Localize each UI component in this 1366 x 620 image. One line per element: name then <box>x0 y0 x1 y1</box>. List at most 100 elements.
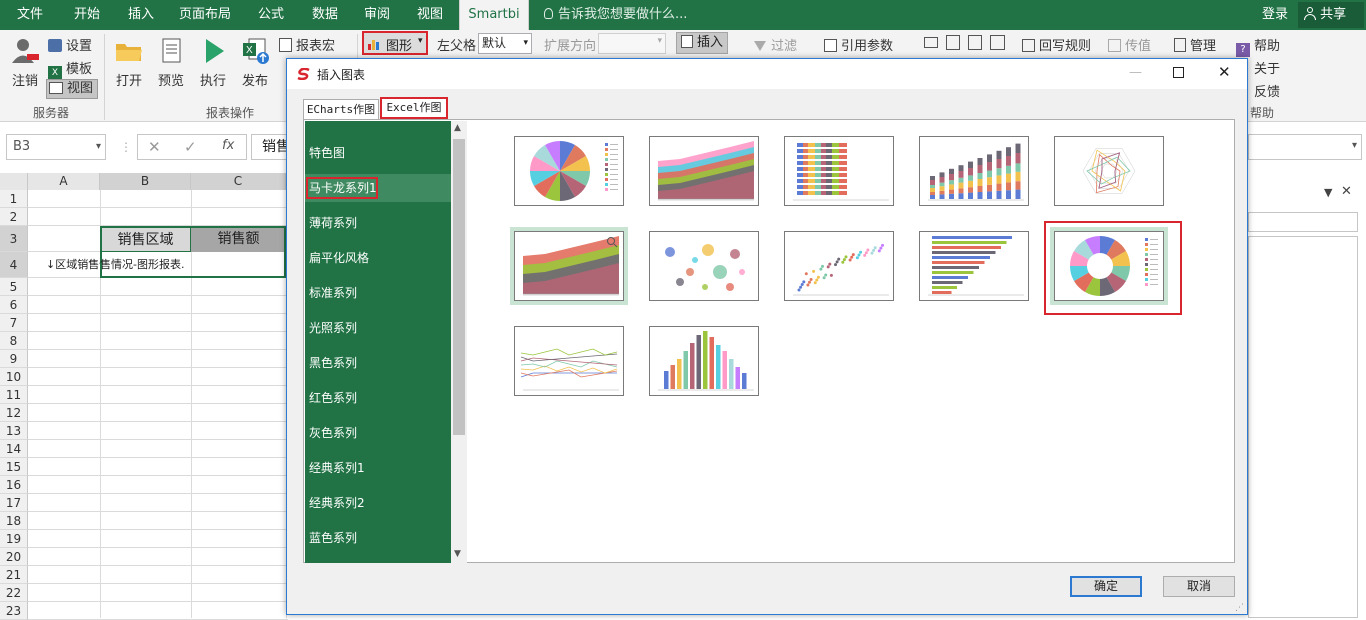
category-item[interactable]: 马卡龙系列1 <box>305 174 451 202</box>
chart-thumbnail-radar[interactable] <box>1054 136 1164 206</box>
row-header[interactable]: 13 <box>0 422 28 440</box>
expand-direction-select[interactable]: ▾ <box>598 33 666 54</box>
maximize-icon[interactable] <box>1173 67 1184 78</box>
row-header[interactable]: 5 <box>0 278 28 296</box>
form-icon[interactable] <box>946 35 960 50</box>
category-item[interactable]: 扁平化风格 <box>305 244 451 272</box>
manage-button[interactable]: 管理 <box>1174 35 1216 54</box>
formula-input-right[interactable]: ▾ <box>1248 134 1362 160</box>
row-header[interactable]: 19 <box>0 530 28 548</box>
chart-thumbnail-line[interactable] <box>514 326 624 396</box>
minimize-icon[interactable]: — <box>1129 65 1142 80</box>
category-item[interactable]: 经典系列2 <box>305 489 451 517</box>
category-item[interactable]: 特色图 <box>305 139 451 167</box>
layout-icon[interactable] <box>924 37 938 48</box>
tab-review[interactable]: 审阅 <box>356 0 398 30</box>
help-button[interactable]: ? 帮助 <box>1236 35 1280 57</box>
row-header[interactable]: 3 <box>0 226 28 252</box>
category-item[interactable]: 灰色系列 <box>305 419 451 447</box>
chart-thumbnail-stacked-column[interactable] <box>919 136 1029 206</box>
check-icon[interactable]: ✓ <box>184 138 197 156</box>
ref-param-button[interactable]: 引用参数 <box>824 35 893 54</box>
page-icon[interactable] <box>968 35 982 50</box>
feedback-button[interactable]: 反馈 <box>1254 81 1280 100</box>
about-button[interactable]: 关于 <box>1254 58 1280 77</box>
tab-echarts[interactable]: ECharts作图 <box>303 99 379 119</box>
select-all-corner[interactable] <box>0 173 28 190</box>
tab-smartbi[interactable]: Smartbi <box>459 0 529 30</box>
filter-button[interactable]: 过滤 <box>754 35 797 54</box>
row-header[interactable]: 6 <box>0 296 28 314</box>
row-header[interactable]: 20 <box>0 548 28 566</box>
ok-button[interactable]: 确定 <box>1070 576 1142 597</box>
row-header[interactable]: 17 <box>0 494 28 512</box>
writeback-rules-button[interactable]: 回写规则 <box>1022 35 1091 54</box>
name-box[interactable]: B3 ▾ <box>6 134 106 160</box>
cell-a4[interactable]: ↓区域销售情况-图形报表 <box>46 258 100 272</box>
row-header[interactable]: 21 <box>0 566 28 584</box>
chart-button[interactable]: 图形 ▾ <box>362 31 428 55</box>
tab-data[interactable]: 数据 <box>302 0 348 30</box>
category-item[interactable]: 薄荷系列 <box>305 209 451 237</box>
tab-excel[interactable]: Excel作图 <box>380 97 448 119</box>
report-macro-button[interactable]: 报表宏 <box>279 35 335 54</box>
category-item[interactable]: 蓝色系列 <box>305 524 451 552</box>
cell-b4[interactable]: 售情况-图形报表. <box>100 258 286 272</box>
category-item[interactable]: 经典系列1 <box>305 454 451 482</box>
calendar-icon[interactable] <box>990 35 1005 50</box>
close-icon[interactable]: ✕ <box>1218 63 1231 81</box>
insert-button[interactable]: 插入 <box>676 32 728 54</box>
formula-input[interactable]: 销售 <box>251 134 291 160</box>
settings-button[interactable]: 设置 <box>48 35 92 54</box>
tab-page-layout[interactable]: 页面布局 <box>172 0 238 30</box>
row-header[interactable]: 4 <box>0 252 28 278</box>
category-item[interactable]: 标准系列 <box>305 279 451 307</box>
login-link[interactable]: 登录 <box>1262 0 1288 30</box>
scroll-up-icon[interactable]: ▲ <box>454 123 461 133</box>
row-header[interactable]: 11 <box>0 386 28 404</box>
logout-button[interactable]: 注销 <box>8 36 42 89</box>
function-icon[interactable]: fx <box>222 138 234 153</box>
chart-thumbnail-donut[interactable] <box>1054 231 1164 301</box>
chart-thumbnail-area-selected[interactable] <box>514 231 624 301</box>
template-button[interactable]: X 模板 <box>48 58 92 80</box>
preview-button[interactable]: 预览 <box>154 36 188 89</box>
pane-input[interactable] <box>1248 212 1358 232</box>
row-header[interactable]: 8 <box>0 332 28 350</box>
row-header[interactable]: 23 <box>0 602 28 620</box>
tab-formulas[interactable]: 公式 <box>248 0 294 30</box>
category-item[interactable]: 黑色系列 <box>305 349 451 377</box>
row-header[interactable]: 16 <box>0 476 28 494</box>
column-header[interactable]: A <box>28 173 100 190</box>
chart-thumbnail-bubble[interactable] <box>649 231 759 301</box>
execute-button[interactable]: 执行 <box>196 36 230 89</box>
row-header[interactable]: 14 <box>0 440 28 458</box>
publish-button[interactable]: X 发布 <box>238 36 272 89</box>
pass-value-button[interactable]: 传值 <box>1108 35 1151 54</box>
chart-thumbnail-stacked-area[interactable] <box>649 136 759 206</box>
column-header[interactable]: B <box>100 173 191 190</box>
row-header[interactable]: 22 <box>0 584 28 602</box>
row-header[interactable]: 9 <box>0 350 28 368</box>
tell-me-box[interactable]: 告诉我您想要做什么... <box>544 0 687 30</box>
resize-grip-icon[interactable]: ⋰ <box>1235 603 1244 613</box>
chart-thumbnail-bar-horizontal[interactable] <box>919 231 1029 301</box>
row-header[interactable]: 1 <box>0 190 28 208</box>
pane-chevron-down-icon[interactable]: ▼ <box>1324 186 1332 199</box>
row-header[interactable]: 15 <box>0 458 28 476</box>
chart-thumbnail-stacked-bar-h[interactable] <box>784 136 894 206</box>
category-scrollbar[interactable]: ▲ ▼ <box>451 121 467 563</box>
column-header[interactable]: C <box>191 173 286 190</box>
left-parent-select[interactable]: 默认 ▾ <box>478 33 532 54</box>
pane-close-icon[interactable]: ✕ <box>1341 184 1352 199</box>
row-header[interactable]: 7 <box>0 314 28 332</box>
cancel-button[interactable]: 取消 <box>1163 576 1235 597</box>
category-item[interactable]: 红色系列 <box>305 384 451 412</box>
category-item[interactable]: 光照系列 <box>305 314 451 342</box>
scrollbar-thumb[interactable] <box>453 139 465 435</box>
chart-thumbnail-column[interactable] <box>649 326 759 396</box>
cancel-icon[interactable]: ✕ <box>148 138 161 156</box>
share-button[interactable]: 共享 <box>1298 2 1364 28</box>
chart-thumbnail-scatter[interactable] <box>784 231 894 301</box>
row-header[interactable]: 18 <box>0 512 28 530</box>
